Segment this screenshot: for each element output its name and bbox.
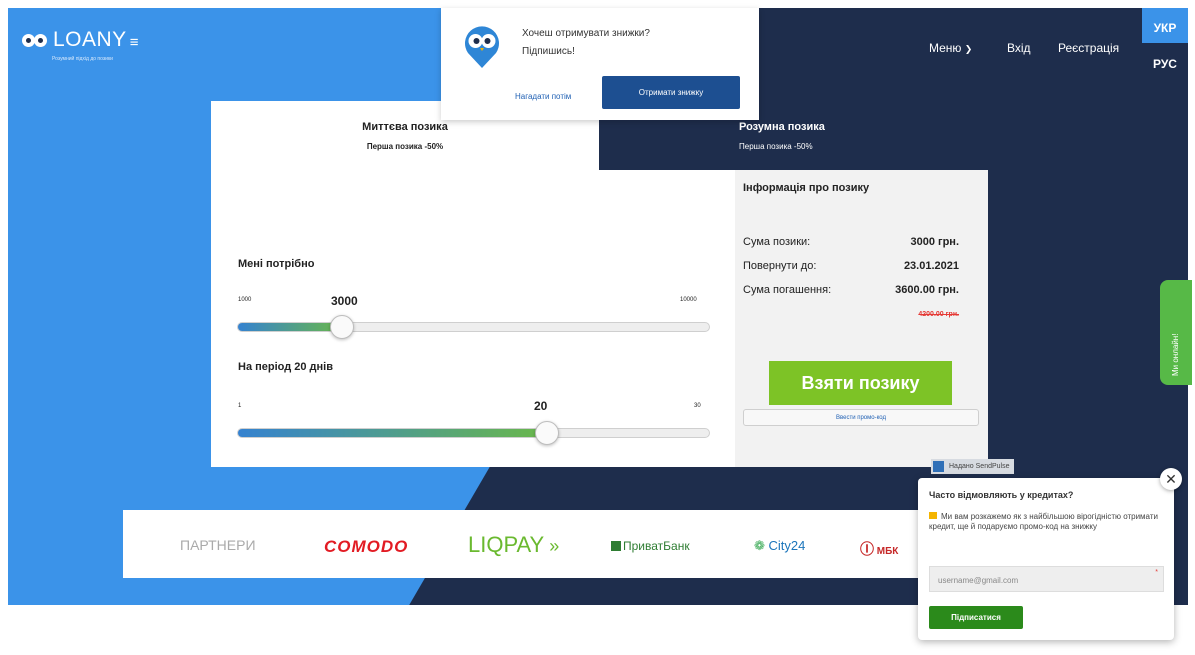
repayment-label: Сума погашення: <box>743 284 832 296</box>
take-loan-button[interactable]: Взяти позику <box>769 361 952 405</box>
remind-later-link[interactable]: Нагадати потім <box>515 92 571 101</box>
promo-code-button[interactable]: Ввести промо-код <box>743 409 979 426</box>
amount-slider-handle[interactable] <box>330 315 354 339</box>
subscribe-button[interactable]: Підписатися <box>929 606 1023 629</box>
tab-title: Розумна позика <box>739 121 825 133</box>
subscribe-widget: Часто відмовляють у кредитах? Ми вам роз… <box>918 478 1174 640</box>
online-chat-label: Ми онлайн! <box>1171 333 1180 376</box>
emoji-icon <box>929 512 937 519</box>
loan-amount-label: Сума позики: <box>743 236 811 248</box>
popup-subscribe-prompt: Підпишись! <box>522 46 575 57</box>
lang-rus[interactable]: РУС <box>1142 57 1188 71</box>
tab-subtitle: Перша позика -50% <box>366 142 444 151</box>
lang-ukr[interactable]: УКР <box>1142 8 1188 43</box>
subscribe-title: Часто відмовляють у кредитах? <box>929 490 1074 500</box>
amount-label: Мені потрібно <box>238 258 315 270</box>
city24-text: City24 <box>768 538 806 553</box>
nav-menu[interactable]: Меню ❯ <box>929 41 972 55</box>
partners-label: ПАРТНЕРИ <box>180 537 256 553</box>
subscribe-text: Ми вам розкажемо як з найбільшою вірогід… <box>929 512 1158 531</box>
period-slider-handle[interactable] <box>535 421 559 445</box>
loan-info-title: Інформація про позику <box>743 182 870 194</box>
liqpay-text: LIQPAY <box>468 532 545 557</box>
mbk-text: МБК <box>876 546 899 557</box>
sendpulse-badge[interactable]: Надано SendPulse <box>931 459 1014 474</box>
subscribe-text-block: Ми вам розкажемо як з найбільшою вірогід… <box>929 512 1165 532</box>
return-date-value: 23.01.2021 <box>903 260 959 272</box>
nav-menu-label: Меню <box>929 41 962 55</box>
amount-slider[interactable] <box>237 322 710 332</box>
period-slider-fill <box>238 429 548 437</box>
hamburger-icon[interactable]: ≡ <box>130 34 139 51</box>
period-max: 30 <box>694 403 701 409</box>
period-label: На період 20 днів <box>238 361 334 373</box>
partner-logo-liqpay: LIQPAY » <box>468 532 560 557</box>
nav-login[interactable]: Вхід <box>1007 41 1031 55</box>
nav-register[interactable]: Реєстрація <box>1058 41 1119 55</box>
tab-subtitle: Перша позика -50% <box>739 142 813 151</box>
chevron-down-icon: ❯ <box>964 44 973 54</box>
partner-logo-privatbank: ПриватБанк <box>611 539 690 553</box>
loan-info-panel: Інформація про позику Сума позики: 3000 … <box>735 170 988 467</box>
online-chat-tab[interactable]: Ми онлайн! <box>1160 280 1192 385</box>
tab-title: Миттєва позика <box>362 121 448 133</box>
logo[interactable]: LOANY ≡ <box>20 28 138 52</box>
loan-calculator: Миттєва позика Перша позика -50% Розумна… <box>211 101 988 467</box>
close-icon[interactable]: ✕ <box>1160 468 1182 490</box>
partner-logo-comodo: COMODO <box>324 537 409 556</box>
loan-amount-value: 3000 грн. <box>910 236 959 248</box>
logo-text: LOANY <box>53 28 127 51</box>
amount-min: 1000 <box>238 297 252 303</box>
owl-logo-icon <box>20 31 50 49</box>
required-mark: * <box>1155 569 1158 576</box>
amount-current: 3000 <box>331 294 358 308</box>
sendpulse-label: Надано SendPulse <box>949 463 1010 470</box>
amount-max: 10000 <box>680 297 697 303</box>
return-date-label: Повернути до: <box>743 260 817 272</box>
partners-strip: ПАРТНЕРИ COMODO LIQPAY » ПриватБанк ❁ Ci… <box>123 510 943 578</box>
email-field[interactable]: username@gmail.com * <box>929 566 1164 592</box>
sendpulse-icon <box>933 461 944 472</box>
amount-slider-fill <box>238 323 343 331</box>
old-repayment-value: 4200.00 грн. <box>918 311 959 318</box>
page: LOANY ≡ Розумний підхід до позики Меню ❯… <box>0 0 1195 655</box>
period-slider[interactable] <box>237 428 710 438</box>
discount-popup: Хочеш отримувати знижки? Підпишись! Нага… <box>441 8 759 120</box>
partner-logo-city24: ❁ City24 <box>754 538 806 553</box>
owl-badge-icon <box>465 26 499 68</box>
partner-logo-mbk: Ⓘ МБК <box>860 541 899 557</box>
privatbank-text: ПриватБанк <box>623 539 690 553</box>
logo-tagline: Розумний підхід до позики <box>52 56 113 62</box>
email-placeholder: username@gmail.com <box>938 576 1019 585</box>
period-min: 1 <box>238 403 242 409</box>
repayment-value: 3600.00 грн. <box>895 284 959 296</box>
popup-question: Хочеш отримувати знижки? <box>522 28 650 39</box>
get-discount-button[interactable]: Отримати знижку <box>602 76 740 109</box>
period-current: 20 <box>534 399 548 413</box>
